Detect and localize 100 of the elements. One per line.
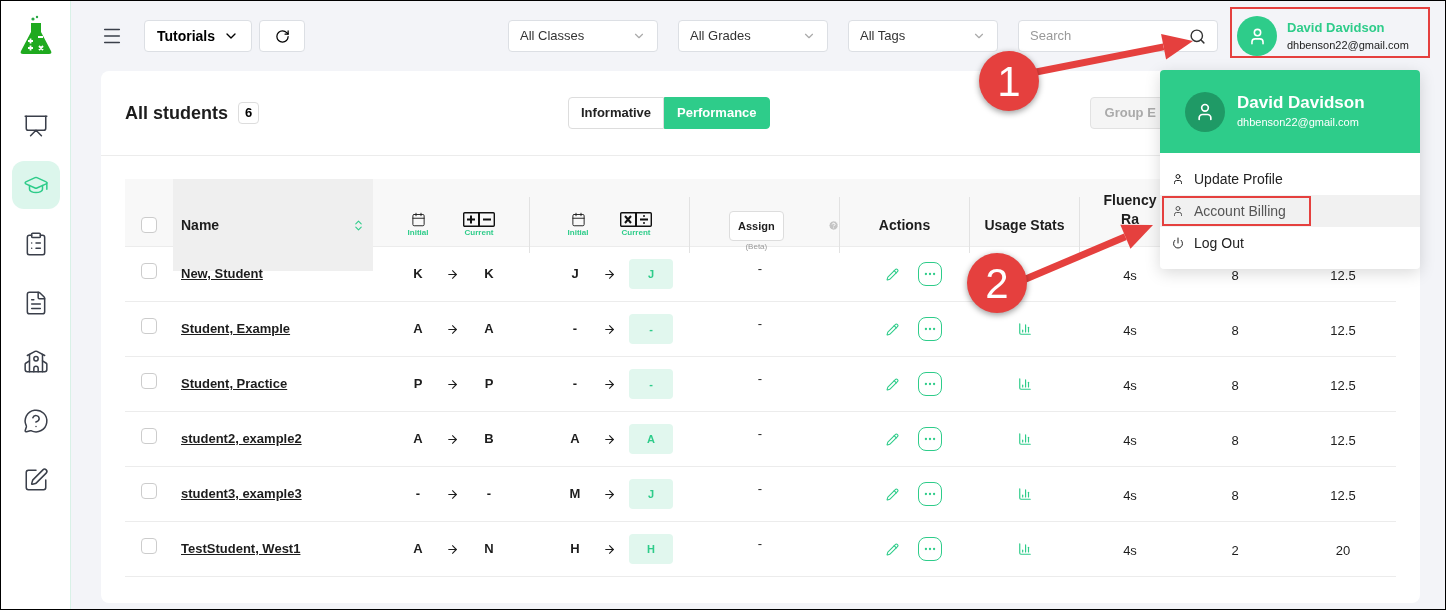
level-value: H [569,540,581,559]
assign-value: - [757,370,763,388]
level-badge: J [629,259,673,289]
assign-button[interactable]: Assign [729,211,784,241]
table-cell-text: 8 [1231,322,1239,340]
user-account[interactable]: David Davidson dhbenson22@gmail.com [1237,16,1409,56]
assign-value: - [757,535,763,553]
chart-icon[interactable] [1018,377,1032,391]
level-value: A [483,320,495,339]
row-checkbox[interactable] [141,263,157,279]
level-value: M [568,485,582,504]
level-value: A [569,430,581,449]
table-cell-text: 2 [1231,542,1239,560]
edit-icon[interactable] [886,487,899,501]
level-value: B [483,430,495,449]
student-name-link[interactable]: student3, example3 [181,484,302,504]
student-name-link[interactable]: TestStudent, West1 [181,539,301,559]
sidebar-icon [22,113,49,139]
more-button[interactable] [918,372,942,396]
plus-minus-icon [463,211,495,227]
assign-value: - [757,260,763,278]
chart-icon[interactable] [1018,432,1032,446]
assign-value: - [757,315,763,333]
column-header: Actions [878,215,931,235]
chart-icon[interactable] [1018,542,1032,556]
search-icon [1189,27,1206,45]
row-checkbox[interactable] [141,483,157,499]
column-header: Fluency Ra [1102,191,1158,229]
student-name-link[interactable]: student2, example2 [181,429,302,449]
student-name-link[interactable]: Student, Example [181,319,291,339]
menu-user-email: dhbenson22@gmail.com [1237,115,1360,131]
table-cell-text: 8 [1231,432,1239,450]
fluency-value: 4s [1123,432,1137,450]
column-subheader: Current [621,226,651,239]
column-subheader: Initial [567,226,589,239]
more-button[interactable] [918,427,942,451]
level-badge: - [629,314,673,344]
level-value: P [412,375,424,394]
assign-value: - [757,425,763,443]
chart-icon[interactable] [1018,322,1032,336]
arrow-icon [446,432,459,446]
level-value: - [571,375,579,394]
row-checkbox[interactable] [141,318,157,334]
chart-icon[interactable] [1018,487,1032,501]
level-value: K [483,265,495,284]
refresh-button[interactable] [259,20,305,52]
sort-icon [352,218,365,232]
sidebar-icon [22,467,49,493]
filter-select[interactable]: All Grades [678,20,828,52]
table-cell-text: 8 [1231,377,1239,395]
student-name-link[interactable]: New, Student [181,264,263,284]
card-title: All students [125,101,228,125]
table-cell-text: 12.5 [1330,267,1356,285]
search-input[interactable]: Search [1030,26,1180,46]
fluency-value: 4s [1123,267,1137,285]
view-tab[interactable]: Informative [568,97,665,129]
more-button[interactable] [918,317,942,341]
level-value: N [483,540,495,559]
menu-item[interactable]: Account Billing [1160,195,1420,227]
beta-label: (Beta) [745,241,768,253]
count-badge: 6 [238,102,260,124]
fluency-value: 4s [1123,377,1137,395]
edit-icon[interactable] [886,267,899,281]
tutorials-button[interactable]: Tutorials [144,20,252,52]
arrow-icon [603,377,616,391]
arrow-icon [603,432,616,446]
more-button[interactable] [918,537,942,561]
arrow-icon [603,487,616,501]
calendar-icon [410,211,426,227]
row-checkbox[interactable] [141,373,157,389]
avatar [1237,16,1277,56]
level-badge: - [629,369,673,399]
level-value: J [570,265,580,284]
filter-select[interactable]: All Classes [508,20,658,52]
edit-icon[interactable] [886,542,899,556]
edit-icon[interactable] [886,322,899,336]
row-checkbox[interactable] [141,428,157,444]
edit-icon[interactable] [886,432,899,446]
search-field[interactable]: Search [1018,20,1218,52]
table-cell-text: 12.5 [1330,487,1356,505]
arrow-icon [603,542,616,556]
more-button[interactable] [918,482,942,506]
student-name-link[interactable]: Student, Practice [181,374,288,394]
power-icon [1172,237,1184,249]
table-cell-text: 8 [1231,487,1239,505]
filter-select[interactable]: All Tags [848,20,998,52]
select-all-checkbox[interactable] [141,217,157,233]
menu-item[interactable]: Log Out [1160,227,1420,259]
user-email: dhbenson22@gmail.com [1287,37,1409,53]
menu-item[interactable]: Update Profile [1160,163,1420,195]
edit-icon[interactable] [886,377,899,391]
table-cell-text: 20 [1335,542,1351,560]
avatar [1185,91,1225,132]
column-header[interactable]: Name [181,214,220,236]
level-badge: A [629,424,673,454]
arrow-icon [446,377,459,391]
row-checkbox[interactable] [141,538,157,554]
more-button[interactable] [918,262,942,286]
level-badge: H [629,534,673,564]
table-cell-text: 8 [1231,267,1239,285]
